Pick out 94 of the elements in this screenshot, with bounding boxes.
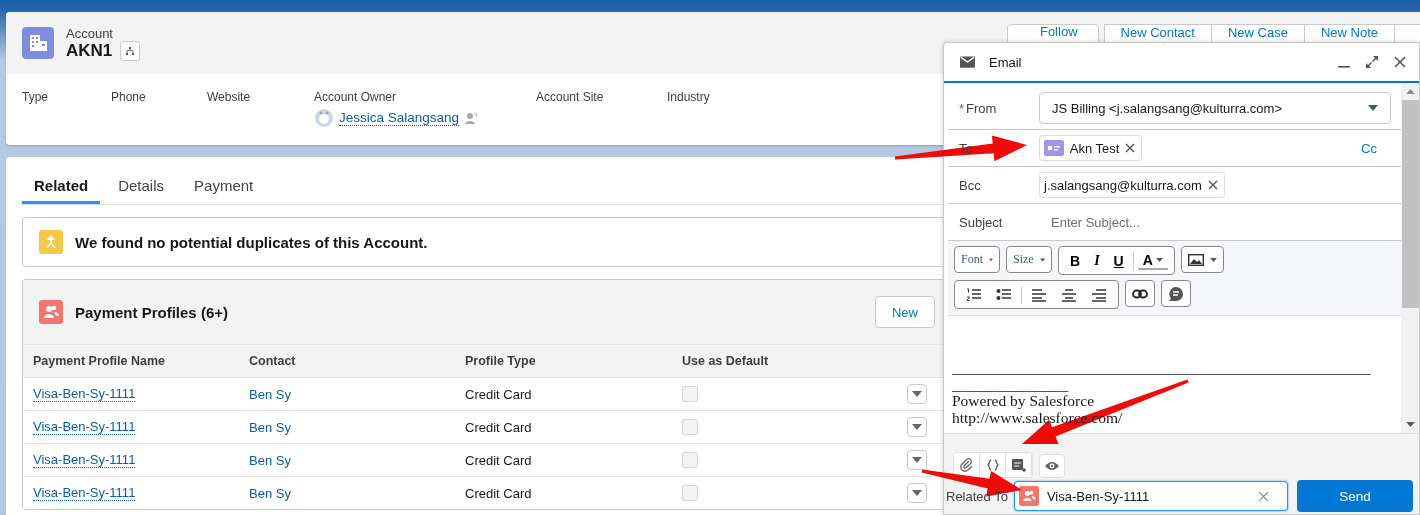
eye-icon: [1044, 461, 1060, 471]
profile-link[interactable]: Visa-Ben-Sy-1111: [33, 386, 136, 402]
field-label: Account Owner: [314, 90, 398, 104]
field-label: Website: [207, 90, 252, 104]
duplicates-notice: We found no potential duplicates of this Account.: [75, 233, 428, 251]
remove-icon[interactable]: [1125, 143, 1136, 153]
account-icon: [22, 27, 54, 59]
object-type: Account: [66, 25, 114, 41]
field-label: Account Site: [536, 90, 605, 104]
owner-link[interactable]: Jessica Salangsang: [339, 110, 460, 126]
comment-button[interactable]: [1161, 280, 1191, 307]
table-cell-text: Credit Card: [465, 485, 533, 501]
expand-icon[interactable]: [1365, 55, 1379, 69]
field-label: Industry: [667, 90, 711, 104]
font-dropdown[interactable]: Font: [954, 246, 1000, 273]
format-button[interactable]: I: [1089, 252, 1105, 269]
caret-icon: [912, 424, 922, 430]
row-menu-button[interactable]: [907, 417, 927, 437]
scrollbar-thumb[interactable]: [1401, 100, 1419, 308]
avatar-icon: [314, 108, 334, 128]
table-cell-text: Credit Card: [465, 452, 533, 468]
field-label: Bcc: [959, 177, 982, 193]
table-cell-text: Credit Card: [465, 419, 533, 435]
link-button[interactable]: [1125, 280, 1155, 307]
size-dropdown[interactable]: Size: [1006, 246, 1052, 273]
row-menu-button[interactable]: [907, 483, 927, 503]
field-label: Phone: [111, 90, 147, 104]
profile-link[interactable]: Visa-Ben-Sy-1111: [33, 419, 136, 435]
caret-icon: [912, 457, 922, 463]
caret-icon: [1039, 257, 1045, 262]
tab[interactable]: Related: [22, 169, 101, 204]
image-button[interactable]: [1180, 246, 1224, 273]
remove-icon[interactable]: [1207, 180, 1218, 190]
clear-icon[interactable]: [1257, 490, 1269, 502]
tab[interactable]: Details: [106, 169, 177, 204]
recipient-pill[interactable]: j.salangsang@kulturra.com: [1039, 172, 1225, 198]
body-line: ______________________________________________________: [952, 360, 1371, 377]
send-button[interactable]: Send: [1297, 480, 1413, 512]
caret-icon: [989, 257, 993, 262]
profile-link[interactable]: Visa-Ben-Sy-1111: [33, 452, 136, 468]
caret-icon: [912, 490, 922, 496]
contact-link[interactable]: Ben Sy: [249, 386, 291, 402]
table-cell-text: Credit Card: [465, 386, 533, 402]
record-name: AKN1: [66, 40, 113, 61]
speech-bubble-icon: [1168, 285, 1184, 302]
caret-icon: [912, 391, 922, 397]
row-menu-button[interactable]: [907, 384, 927, 404]
scroll-down-icon[interactable]: [1405, 422, 1415, 427]
close-icon[interactable]: [1393, 55, 1407, 69]
column-header: Contact: [249, 354, 297, 368]
recipient-pill[interactable]: Akn Test: [1038, 135, 1143, 161]
contacts-icon: [1018, 486, 1039, 506]
contact-link[interactable]: Ben Sy: [249, 452, 291, 468]
body-line: Powered by Salesforce: [952, 393, 1095, 410]
hierarchy-button[interactable]: [120, 40, 141, 61]
contact-link[interactable]: Ben Sy: [249, 419, 291, 435]
row-menu-button[interactable]: [907, 450, 927, 470]
caret-icon: [1368, 105, 1378, 111]
preview-button[interactable]: [1039, 454, 1065, 478]
profile-link[interactable]: Visa-Ben-Sy-1111: [33, 485, 136, 501]
column-header: Payment Profile Name: [33, 354, 166, 368]
tab[interactable]: Payment: [182, 169, 266, 204]
subject-field[interactable]: Enter Subject...: [1039, 214, 1391, 230]
template-icon: [1010, 457, 1027, 473]
contact-link[interactable]: Ben Sy: [249, 485, 291, 501]
format-button[interactable]: B: [1065, 252, 1086, 269]
attach-button[interactable]: [954, 453, 980, 477]
format-button[interactable]: U: [1108, 252, 1129, 269]
caret-icon: [1209, 257, 1217, 262]
field-label: From: [966, 100, 997, 116]
link-icon: [1132, 288, 1148, 299]
image-icon: [1187, 253, 1204, 266]
caret-icon: [1155, 257, 1163, 262]
field-label: Subject: [959, 214, 1004, 230]
panel-title: Email: [989, 54, 1022, 70]
text-color-button[interactable]: A: [1137, 251, 1168, 270]
hierarchy-icon: [125, 45, 136, 56]
related-list-title: Payment Profiles (6+): [75, 303, 228, 321]
column-header: Use as Default: [682, 354, 770, 368]
related-to-field[interactable]: Visa-Ben-Sy-1111: [1013, 481, 1288, 511]
braces-icon: [986, 459, 999, 471]
required-marker: *: [959, 100, 965, 116]
merge-icon: [39, 230, 63, 254]
contact-card-icon: [1043, 140, 1064, 156]
column-header: Profile Type: [465, 354, 537, 368]
from-select[interactable]: JS Billing <j.salangsang@kulturra.com>: [1039, 92, 1391, 124]
new-button[interactable]: New: [875, 296, 935, 328]
cc-link[interactable]: Cc: [1361, 140, 1377, 156]
contacts-icon: [39, 300, 63, 324]
envelope-icon: [960, 56, 975, 68]
body-line: _______________: [952, 376, 1069, 393]
field-label: Type: [22, 90, 49, 104]
paperclip-icon: [959, 458, 974, 472]
scroll-up-icon[interactable]: [1405, 89, 1415, 94]
